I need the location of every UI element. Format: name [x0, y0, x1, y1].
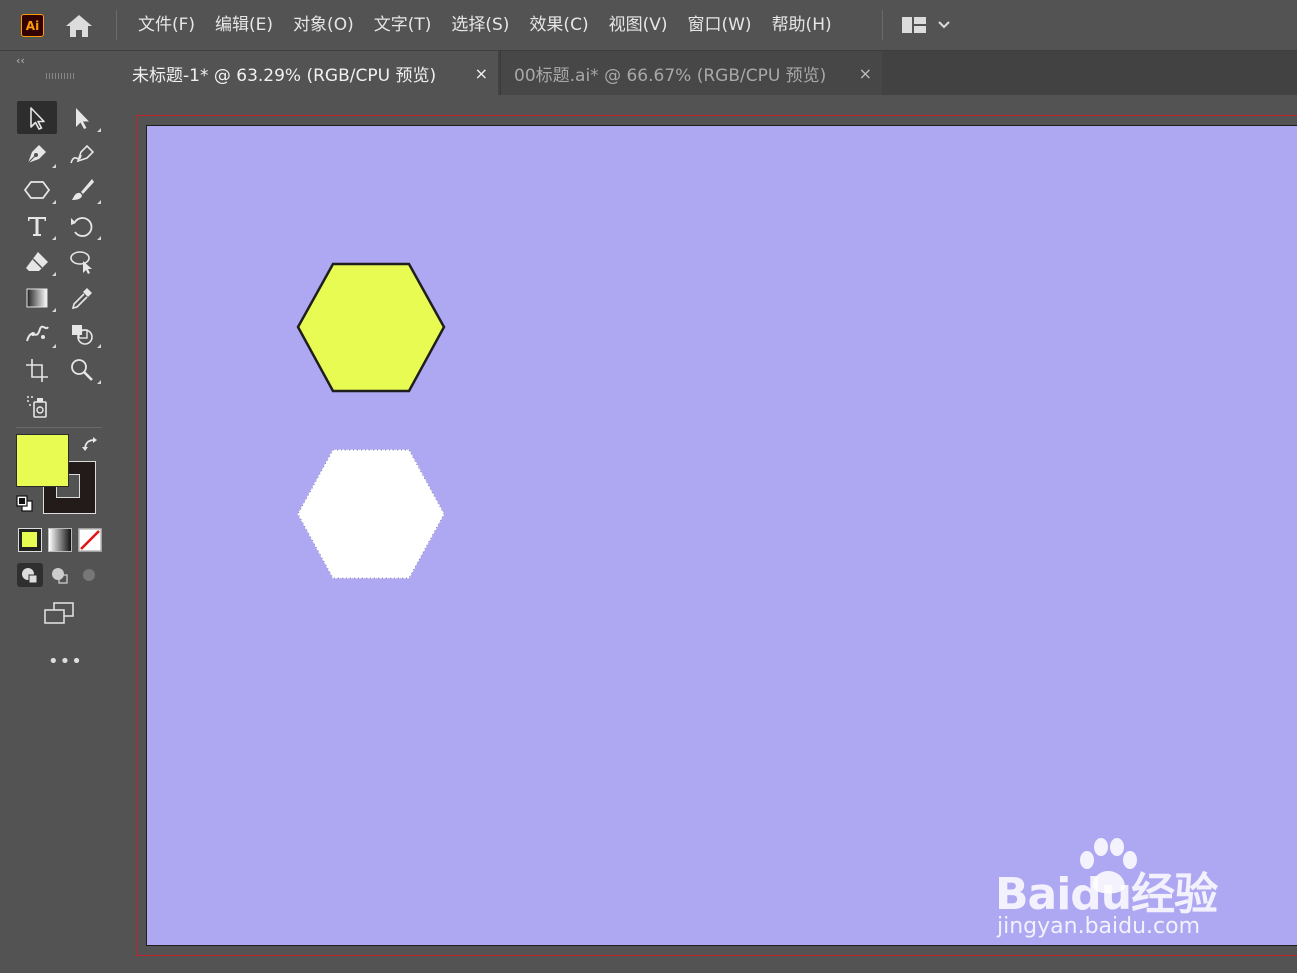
draw-behind-button[interactable]: [47, 563, 73, 587]
menu-edit[interactable]: 编辑(E): [205, 13, 283, 37]
flyout-indicator: [52, 164, 56, 168]
swap-fill-stroke-icon[interactable]: [81, 436, 101, 456]
watermark-url: jingyan.baidu.com: [997, 914, 1201, 939]
edit-toolbar-icon[interactable]: •••: [48, 651, 82, 673]
menu-help[interactable]: 帮助(H): [762, 13, 842, 37]
flyout-indicator: [52, 308, 56, 312]
pen-nib-icon: [27, 144, 46, 163]
symbol-sprayer-icon: [27, 395, 47, 418]
menu-window[interactable]: 窗口(W): [677, 13, 761, 37]
document-tabs: 未标题-1* @ 63.29% (RGB/CPU 预览) × 00标题.ai* …: [116, 51, 1297, 95]
rotate-icon: [71, 216, 93, 237]
symbol-sprayer-tool[interactable]: [17, 389, 57, 422]
gradient-mode-button[interactable]: [48, 528, 72, 552]
draw-behind-icon: [52, 568, 68, 584]
watermark-brand: Baidu经验: [995, 869, 1218, 920]
flyout-indicator: [52, 272, 56, 276]
flyout-indicator: [97, 200, 101, 204]
fill-swatch[interactable]: [16, 434, 69, 487]
zoom-tool[interactable]: [62, 353, 102, 386]
gradient-tool[interactable]: [17, 281, 57, 314]
draw-normal-icon: [22, 568, 38, 584]
canvas[interactable]: Baidu经验 jingyan.baidu.com: [116, 96, 1297, 973]
draw-inside-icon: [83, 569, 95, 581]
curvature-pen-icon: [70, 144, 95, 163]
tab-untitled-1[interactable]: 未标题-1* @ 63.29% (RGB/CPU 预览) ×: [116, 51, 498, 95]
menu-type[interactable]: 文字(T): [364, 13, 442, 37]
selection-arrow-icon: [30, 106, 45, 130]
rotate-tool[interactable]: [62, 209, 102, 242]
menu-bar: Ai 文件(F) 编辑(E) 对象(O) 文字(T) 选择(S) 效果(C) 视…: [0, 0, 1297, 51]
menu-file[interactable]: 文件(F): [128, 13, 205, 37]
menu-select[interactable]: 选择(S): [441, 13, 519, 37]
menu-object[interactable]: 对象(O): [283, 13, 364, 37]
artwork: [296, 262, 446, 579]
tab-00-title[interactable]: 00标题.ai* @ 66.67% (RGB/CPU 预览) ×: [500, 51, 882, 95]
app-logo: Ai: [21, 14, 44, 37]
pen-tool[interactable]: [17, 137, 57, 170]
lasso-select-tool[interactable]: [62, 245, 102, 278]
eyedropper-icon: [71, 287, 92, 309]
flyout-indicator: [97, 128, 101, 132]
puppet-warp-tool[interactable]: [17, 317, 57, 350]
color-mode-swatch: [22, 532, 37, 547]
flyout-indicator: [52, 200, 56, 204]
close-icon[interactable]: ×: [859, 64, 872, 83]
collapse-panel-button[interactable]: ‹‹: [16, 54, 25, 67]
lasso-icon: [70, 250, 92, 274]
direct-selection-tool[interactable]: [62, 101, 102, 134]
puppet-warp-icon: [26, 325, 49, 341]
workspace-layout-icon[interactable]: [900, 14, 956, 36]
menubar-separator: [116, 10, 117, 40]
selection-tool[interactable]: [17, 101, 57, 134]
direct-selection-arrow-icon: [76, 107, 89, 129]
curvature-tool[interactable]: [62, 137, 102, 170]
gradient-icon: [26, 288, 48, 307]
flyout-indicator: [52, 344, 56, 348]
main-menu: 文件(F) 编辑(E) 对象(O) 文字(T) 选择(S) 效果(C) 视图(V…: [128, 13, 842, 37]
shape-builder-tool[interactable]: [62, 317, 102, 350]
home-icon[interactable]: [64, 13, 94, 39]
flyout-indicator: [97, 236, 101, 240]
menu-effect[interactable]: 效果(C): [519, 13, 598, 37]
close-icon[interactable]: ×: [475, 64, 488, 83]
menubar-separator: [882, 10, 883, 40]
menu-view[interactable]: 视图(V): [599, 13, 678, 37]
paintbrush-tool[interactable]: [62, 173, 102, 206]
paintbrush-icon: [72, 178, 94, 200]
flyout-indicator: [52, 236, 56, 240]
white-hexagon[interactable]: [297, 449, 445, 579]
none-mode-icon[interactable]: [78, 528, 102, 552]
draw-inside-button[interactable]: [77, 563, 103, 587]
shape-builder-icon: [72, 324, 93, 345]
eyedropper-tool[interactable]: [62, 281, 102, 314]
color-mode-button[interactable]: [18, 528, 42, 552]
polygon-tool[interactable]: [17, 173, 57, 206]
artboard-icon: [26, 358, 48, 382]
tab-title: 00标题.ai* @ 66.67% (RGB/CPU 预览): [514, 65, 827, 86]
type-tool[interactable]: [17, 209, 57, 242]
magnifier-icon: [71, 358, 93, 381]
tab-title: 未标题-1* @ 63.29% (RGB/CPU 预览): [132, 65, 437, 86]
default-fill-stroke-icon[interactable]: [16, 495, 34, 513]
flyout-indicator: [97, 380, 101, 384]
baidu-watermark: Baidu经验 jingyan.baidu.com: [995, 836, 1235, 946]
hexagon-icon: [24, 180, 50, 199]
artboard-tool[interactable]: [17, 353, 57, 386]
panel-grip[interactable]: [46, 73, 76, 79]
eraser-tool[interactable]: [17, 245, 57, 278]
flyout-indicator: [97, 344, 101, 348]
screen-mode-icon[interactable]: [42, 601, 76, 627]
panel-divider: [16, 427, 102, 428]
eraser-icon: [26, 251, 48, 271]
tools-panel: ‹‹ •••: [8, 51, 111, 973]
type-t-icon: [28, 216, 46, 236]
artboard[interactable]: Baidu经验 jingyan.baidu.com: [146, 125, 1297, 946]
draw-normal-button[interactable]: [17, 563, 43, 587]
yellow-hexagon[interactable]: [296, 262, 446, 393]
